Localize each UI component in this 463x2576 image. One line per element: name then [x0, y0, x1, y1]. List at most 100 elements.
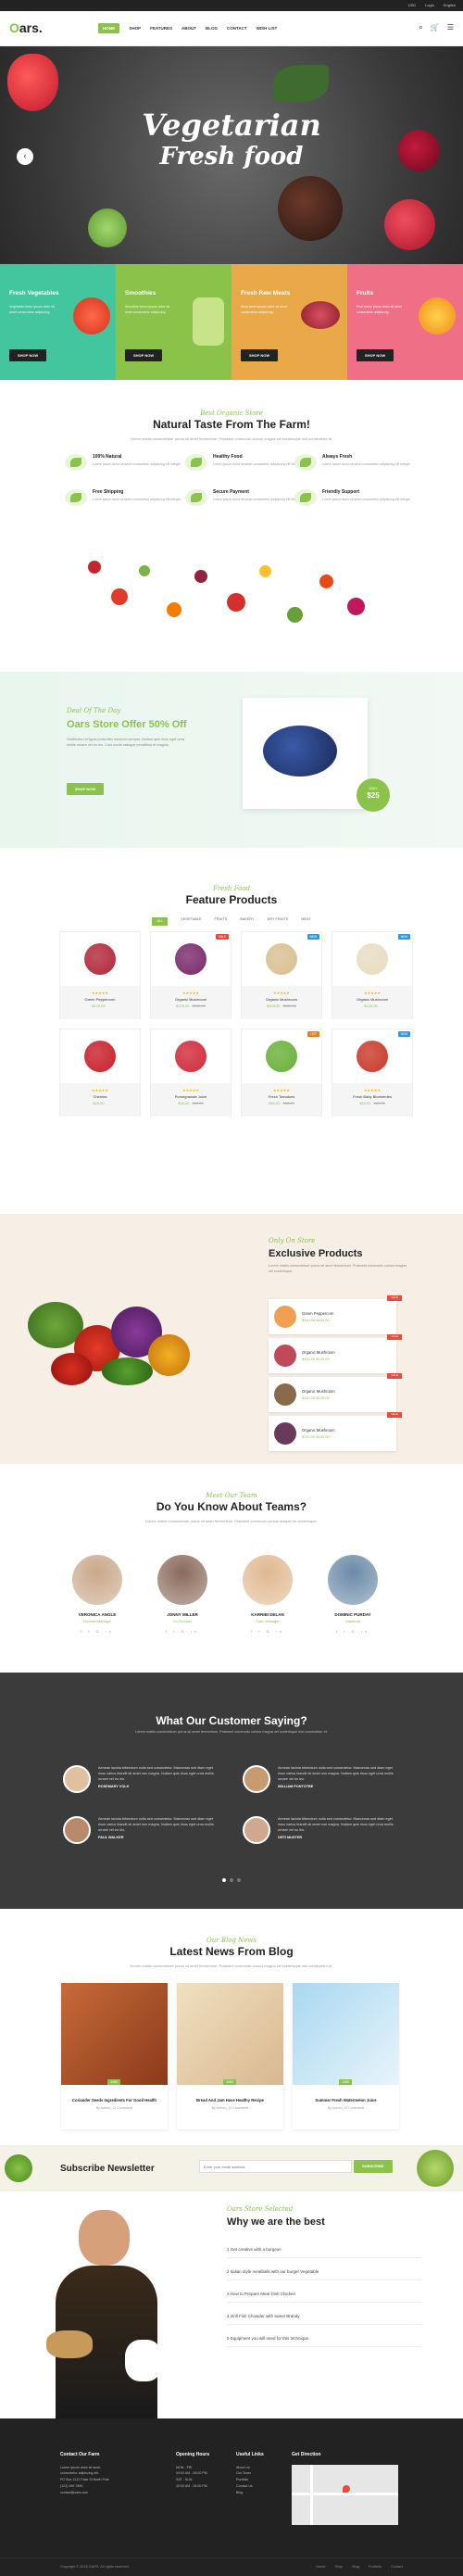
dot[interactable]: [230, 1878, 233, 1882]
blog-image[interactable]: [293, 1983, 399, 2085]
blog-image[interactable]: [177, 1983, 283, 2085]
testimonial-author: PAUL WALKER: [98, 1836, 124, 1840]
features-section: Best Organic Store Natural Taste From Th…: [0, 380, 463, 672]
prev-arrow-icon[interactable]: ‹: [17, 148, 33, 165]
testimonials-section: What Our Customer Saying? Lorem mattis c…: [0, 1673, 463, 1909]
tab-meat[interactable]: MEAT: [301, 917, 310, 926]
menu-blog[interactable]: BLOG: [206, 23, 218, 34]
shop-now-button[interactable]: SHOP NOW: [241, 349, 279, 362]
footer-link[interactable]: Our Team: [236, 2470, 264, 2477]
social-icons[interactable]: f t G in: [316, 1629, 390, 1634]
currency-selector[interactable]: USD: [408, 3, 416, 7]
menu-shop[interactable]: SHOP: [129, 23, 141, 34]
product-card[interactable]: NEW ★★★★★ Organic Mushroom $105.00 $189.00: [241, 931, 322, 1019]
map[interactable]: [292, 2464, 398, 2525]
footer-link[interactable]: About Us: [236, 2465, 264, 2471]
menu-contact[interactable]: CONTACT: [227, 23, 247, 34]
category-fruits[interactable]: Fruits Fruit lorem ipsum dolor sit amet c…: [347, 264, 463, 380]
bottom-link[interactable]: Home: [316, 2565, 325, 2570]
tab-dry-fruits[interactable]: DRY FRUITS: [268, 917, 289, 926]
product-name[interactable]: Cherries: [60, 1094, 140, 1099]
main-menu: HOME SHOP FEATURES ABOUT BLOG CONTACT WI…: [97, 22, 419, 34]
avocado-image: [5, 2154, 32, 2182]
shop-now-button[interactable]: SHOP NOW: [125, 349, 163, 362]
login-link[interactable]: Login: [425, 3, 434, 7]
product-name[interactable]: Green Peppercorn: [302, 1311, 333, 1316]
member-role: Gardener: [344, 1619, 361, 1623]
category-smoothies[interactable]: Smoothies Smoothie lorem ipsum dolor sit …: [116, 264, 232, 380]
search-icon[interactable]: ⌕: [419, 23, 422, 32]
fruit-image: [419, 297, 456, 335]
shop-now-button[interactable]: SHOP NOW: [357, 349, 394, 362]
product-card[interactable]: HOT ★★★★★ Fresh Tomatoes $50.00 $65.00: [241, 1029, 322, 1117]
blog-post-card[interactable]: JUNE Summer Fresh Watermelon Juice By Admi…: [293, 1983, 399, 2129]
product-name[interactable]: Organic Mushroom: [151, 997, 231, 1002]
offer-shop-button[interactable]: SHOP NOW: [67, 783, 105, 796]
tab-vegetable[interactable]: VEGETABLE: [181, 917, 201, 926]
product-name[interactable]: Pomegranate Juice: [151, 1094, 231, 1099]
product-image: [60, 1029, 140, 1083]
hero-title-line2: Fresh food: [159, 143, 304, 170]
feature-payment: Secure Payment Lorem ipsum dolor sit amet…: [185, 489, 306, 506]
tab-all[interactable]: ALL: [152, 916, 169, 926]
social-icons[interactable]: f t G in: [60, 1629, 134, 1634]
footer-link[interactable]: Blog: [236, 2490, 264, 2496]
product-card[interactable]: NEW ★★★★★ Fresh Baby Blueberries $50.00 $69.…: [332, 1029, 413, 1117]
menu-wishlist[interactable]: WISH LIST: [257, 23, 278, 34]
product-name[interactable]: Organic Mushroom: [242, 997, 321, 1002]
product-card[interactable]: ★★★★★ Green Peppercorn $120.00: [59, 931, 141, 1019]
product-name[interactable]: Organic Mushroom: [302, 1350, 335, 1355]
bottom-link[interactable]: Portfolio: [369, 2565, 382, 2570]
product-card[interactable]: NEW ★★★★★ Organic Mushroom $120.00: [332, 931, 413, 1019]
dot-active[interactable]: [222, 1878, 226, 1882]
product-name[interactable]: Organic Mushroom: [332, 997, 412, 1002]
exclusive-product-item[interactable]: Organic Mushroom $110.00 $120.00 SALE: [269, 1373, 402, 1412]
product-name[interactable]: Organic Mushroom: [302, 1389, 335, 1394]
post-title[interactable]: Summer Fresh Watermelon Juice: [293, 2085, 399, 2106]
product-card[interactable]: SALE ★★★★★ Organic Mushroom $105.00 $189.00: [150, 931, 232, 1019]
section-script-title: Only On Store: [269, 1237, 316, 1244]
menu-about[interactable]: ABOUT: [181, 23, 196, 34]
category-meats[interactable]: Fresh Raw Meats Meat lorem ipsum dolor si…: [232, 264, 347, 380]
product-name[interactable]: Fresh Baby Blueberries: [332, 1094, 412, 1099]
shop-now-button[interactable]: SHOP NOW: [9, 349, 47, 362]
leaf-image: [273, 65, 329, 102]
subscribe-button[interactable]: SUBSCRIBE: [354, 2160, 393, 2173]
product-card[interactable]: ★★★★★ Pomegranate Juice $30.00 $45.00: [150, 1029, 232, 1117]
cart-icon[interactable]: 🛒: [431, 23, 440, 32]
blog-post-card[interactable]: JUNE Bread And Jam Have Healthy Recipe By …: [177, 1983, 283, 2129]
blog-image[interactable]: [61, 1983, 168, 2085]
post-title[interactable]: Bread And Jam Have Healthy Recipe: [177, 2085, 283, 2106]
exclusive-product-item[interactable]: Organic Mushroom $110.00 $120.00 SALE: [269, 1412, 402, 1451]
social-icons[interactable]: f t G in: [145, 1629, 219, 1634]
footer-link[interactable]: Contact Us: [236, 2483, 264, 2490]
bottom-link[interactable]: Blog: [352, 2565, 359, 2570]
product-name[interactable]: Fresh Tomatoes: [242, 1094, 321, 1099]
product-card[interactable]: ★★★★★ Cherries $20.00: [59, 1029, 141, 1117]
avatar: [72, 1555, 122, 1605]
dot[interactable]: [237, 1878, 241, 1882]
product-name[interactable]: Green Peppercorn: [60, 997, 140, 1002]
footer-direction: Get Direction: [292, 2451, 398, 2525]
tab-fruits[interactable]: FRUITS: [215, 917, 228, 926]
exclusive-product-item[interactable]: Organic Mushroom $110.00 $120.00 SALE: [269, 1334, 402, 1373]
tab-bakery[interactable]: BAKERY: [240, 917, 254, 926]
bottom-link[interactable]: Contact: [391, 2565, 403, 2570]
footer-link[interactable]: Portfolio: [236, 2477, 264, 2483]
blog-post-card[interactable]: JUNE Coriander Seeds Ingredients For Good…: [61, 1983, 168, 2129]
price-badge: ONLY $25: [357, 778, 390, 812]
menu-home[interactable]: HOME: [97, 22, 120, 34]
logo[interactable]: Oars.: [9, 19, 43, 36]
social-icons[interactable]: f t G in: [231, 1629, 305, 1634]
product-name[interactable]: Organic Mushroom: [302, 1428, 335, 1433]
menu-features[interactable]: FEATURES: [150, 23, 172, 34]
post-title[interactable]: Coriander Seeds Ingredients For Good Hea…: [61, 2085, 168, 2106]
section-title: Why we are the best: [227, 2216, 325, 2228]
hamburger-icon[interactable]: ☰: [447, 23, 454, 32]
why-item: 3 How to Prepare Meat Dish Chicken: [227, 2292, 421, 2303]
language-selector[interactable]: English: [444, 3, 456, 7]
bottom-link[interactable]: Shop: [334, 2565, 343, 2570]
exclusive-product-item[interactable]: Green Peppercorn $110.00 $120.00 SALE: [269, 1295, 402, 1334]
category-vegetables[interactable]: Fresh Vegetables Vegetable lorem ipsum do…: [0, 264, 116, 380]
newsletter-email-input[interactable]: [199, 2160, 352, 2173]
